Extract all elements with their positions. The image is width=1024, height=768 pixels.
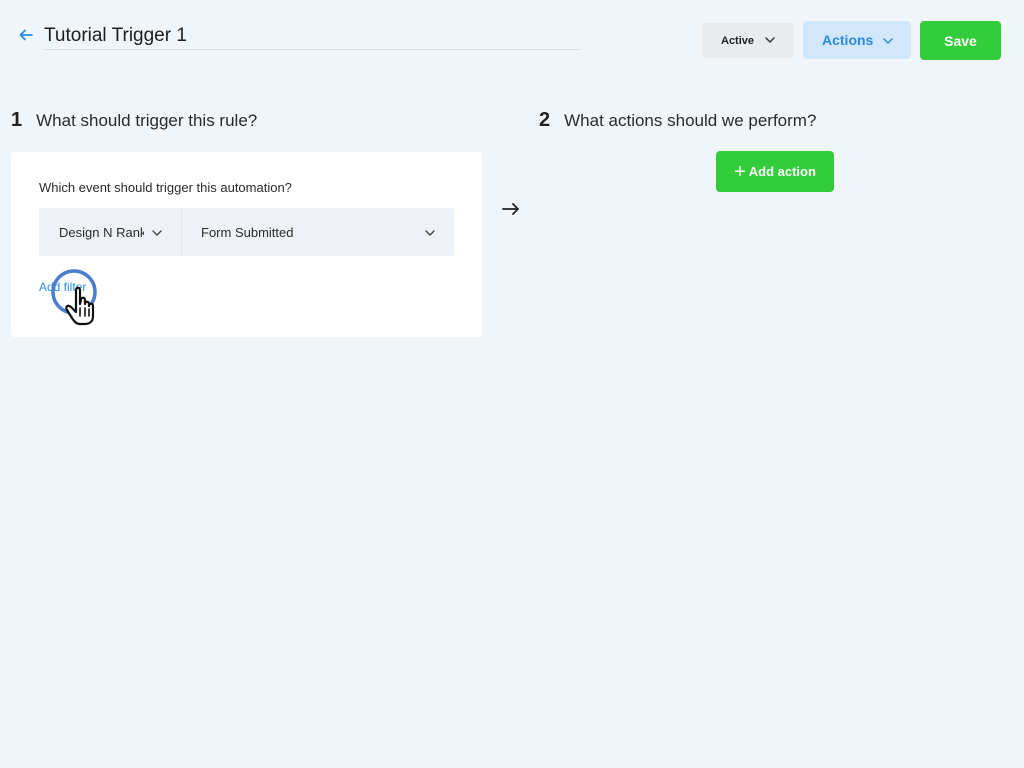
trigger-event-select[interactable]: Form Submitted: [182, 208, 454, 256]
trigger-event-value: Form Submitted: [201, 224, 294, 240]
title-field-wrapper: [44, 24, 580, 50]
trigger-question-label: Which event should trigger this automati…: [39, 180, 292, 195]
step2-heading: 2 What actions should we perform?: [539, 109, 816, 132]
add-action-button[interactable]: + Add action: [716, 151, 834, 192]
chevron-down-icon: [882, 34, 894, 52]
actions-button-label: Actions: [822, 32, 874, 48]
rule-title-input[interactable]: [44, 24, 580, 48]
arrow-right-icon: [501, 199, 521, 225]
chevron-down-icon: [151, 226, 163, 244]
chevron-down-icon: [764, 33, 776, 51]
save-button[interactable]: Save: [920, 21, 1001, 60]
plus-icon: +: [734, 160, 746, 183]
top-bar: Active Actions Save: [0, 0, 1024, 80]
trigger-source-value: Design N Rank: [59, 224, 144, 240]
arrow-left-icon[interactable]: [18, 27, 36, 47]
add-action-label: Add action: [748, 164, 816, 179]
step2-number: 2: [539, 109, 551, 131]
add-filter-link[interactable]: Add filter: [39, 280, 86, 294]
step2-title: What actions should we perform?: [564, 111, 817, 130]
event-select-group: Design N Rank Form Submitted: [39, 208, 454, 256]
trigger-card: Which event should trigger this automati…: [11, 152, 482, 337]
chevron-down-icon: [424, 226, 436, 244]
actions-dropdown-button[interactable]: Actions: [803, 21, 911, 59]
status-select[interactable]: Active: [702, 23, 794, 58]
step1-number: 1: [11, 109, 23, 131]
trigger-source-select[interactable]: Design N Rank: [39, 208, 182, 256]
status-select-value: Active: [721, 34, 755, 47]
step1-title: What should trigger this rule?: [36, 111, 258, 130]
step1-heading: 1 What should trigger this rule?: [11, 109, 257, 132]
